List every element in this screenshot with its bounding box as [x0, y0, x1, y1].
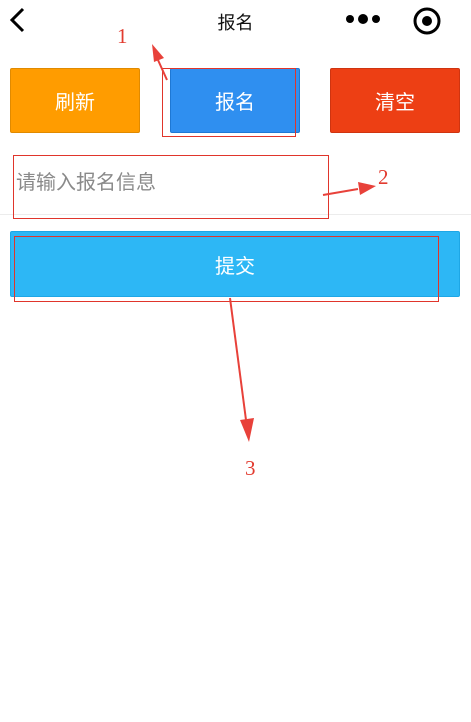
annotation-box-3 [14, 236, 439, 302]
more-dots-icon[interactable] [345, 12, 381, 26]
annotation-box-1 [162, 68, 296, 137]
annotation-arrow-3 [229, 297, 254, 442]
capsule-close-icon[interactable] [411, 5, 443, 37]
annotation-label-2: 2 [378, 165, 389, 189]
refresh-button[interactable]: 刷新 [10, 68, 140, 133]
annotation-box-2 [13, 155, 329, 219]
navigation-bar: 报名 [0, 0, 471, 44]
annotation-label-3: 3 [245, 456, 256, 480]
annotation-label-1: 1 [117, 24, 128, 48]
clear-button[interactable]: 清空 [330, 68, 460, 133]
page-title: 报名 [217, 13, 254, 34]
